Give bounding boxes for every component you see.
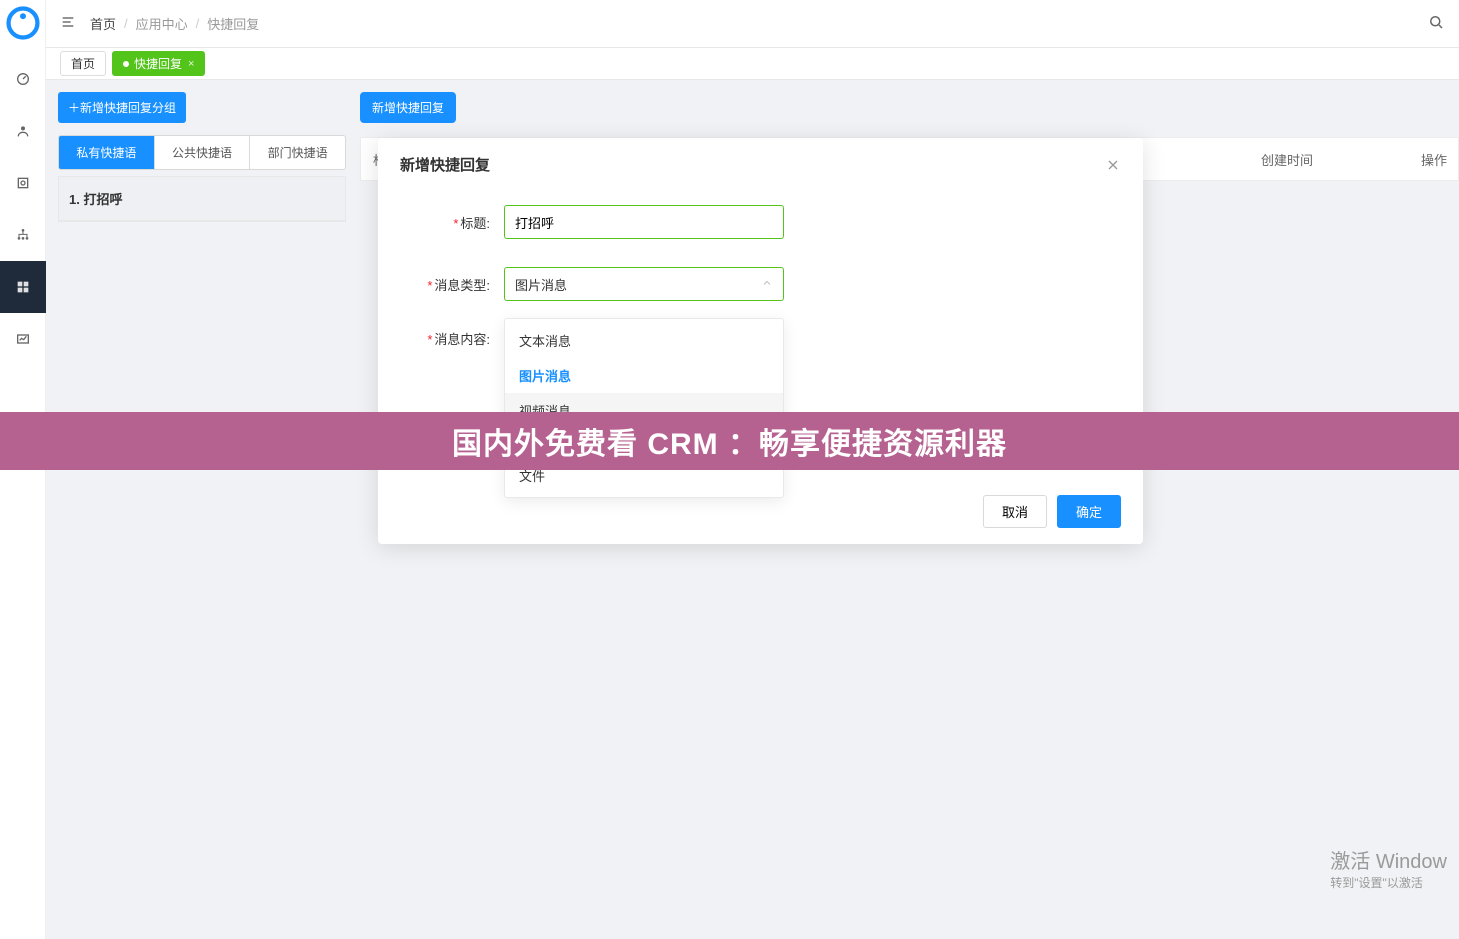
modal-title: 新增快捷回复 — [400, 154, 490, 175]
required-mark: * — [453, 216, 458, 231]
modal-header: 新增快捷回复 — [378, 138, 1143, 191]
required-mark: * — [427, 332, 432, 347]
label-msgtype-text: 消息类型: — [434, 278, 490, 293]
label-msgtype: *消息类型: — [400, 275, 490, 294]
title-input[interactable] — [504, 205, 784, 239]
close-icon[interactable] — [1105, 157, 1121, 173]
label-title-text: 标题: — [460, 216, 490, 231]
option-image[interactable]: 图片消息 — [505, 358, 783, 393]
form-row-title: *标题: — [378, 191, 1143, 253]
label-content: *消息内容: — [400, 329, 490, 348]
overlay-banner: 国内外免费看 CRM ：畅享便捷资源利器 — [0, 412, 1459, 470]
msgtype-value: 图片消息 — [515, 275, 567, 294]
required-mark: * — [427, 278, 432, 293]
new-quick-reply-modal: 新增快捷回复 *标题: *消息类型: 图片消息 *消息内容: — [378, 138, 1143, 544]
msgtype-dropdown: 文本消息 图片消息 视频消息 文件 — [504, 318, 784, 498]
cancel-button[interactable]: 取消 — [983, 495, 1047, 528]
label-content-text: 消息内容: — [434, 332, 490, 347]
chevron-up-icon — [761, 277, 773, 292]
ok-button[interactable]: 确定 — [1057, 495, 1121, 528]
option-text[interactable]: 文本消息 — [505, 323, 783, 358]
msgtype-select[interactable]: 图片消息 — [504, 267, 784, 301]
form-row-msgtype: *消息类型: 图片消息 — [378, 253, 1143, 315]
label-title: *标题: — [400, 213, 490, 232]
